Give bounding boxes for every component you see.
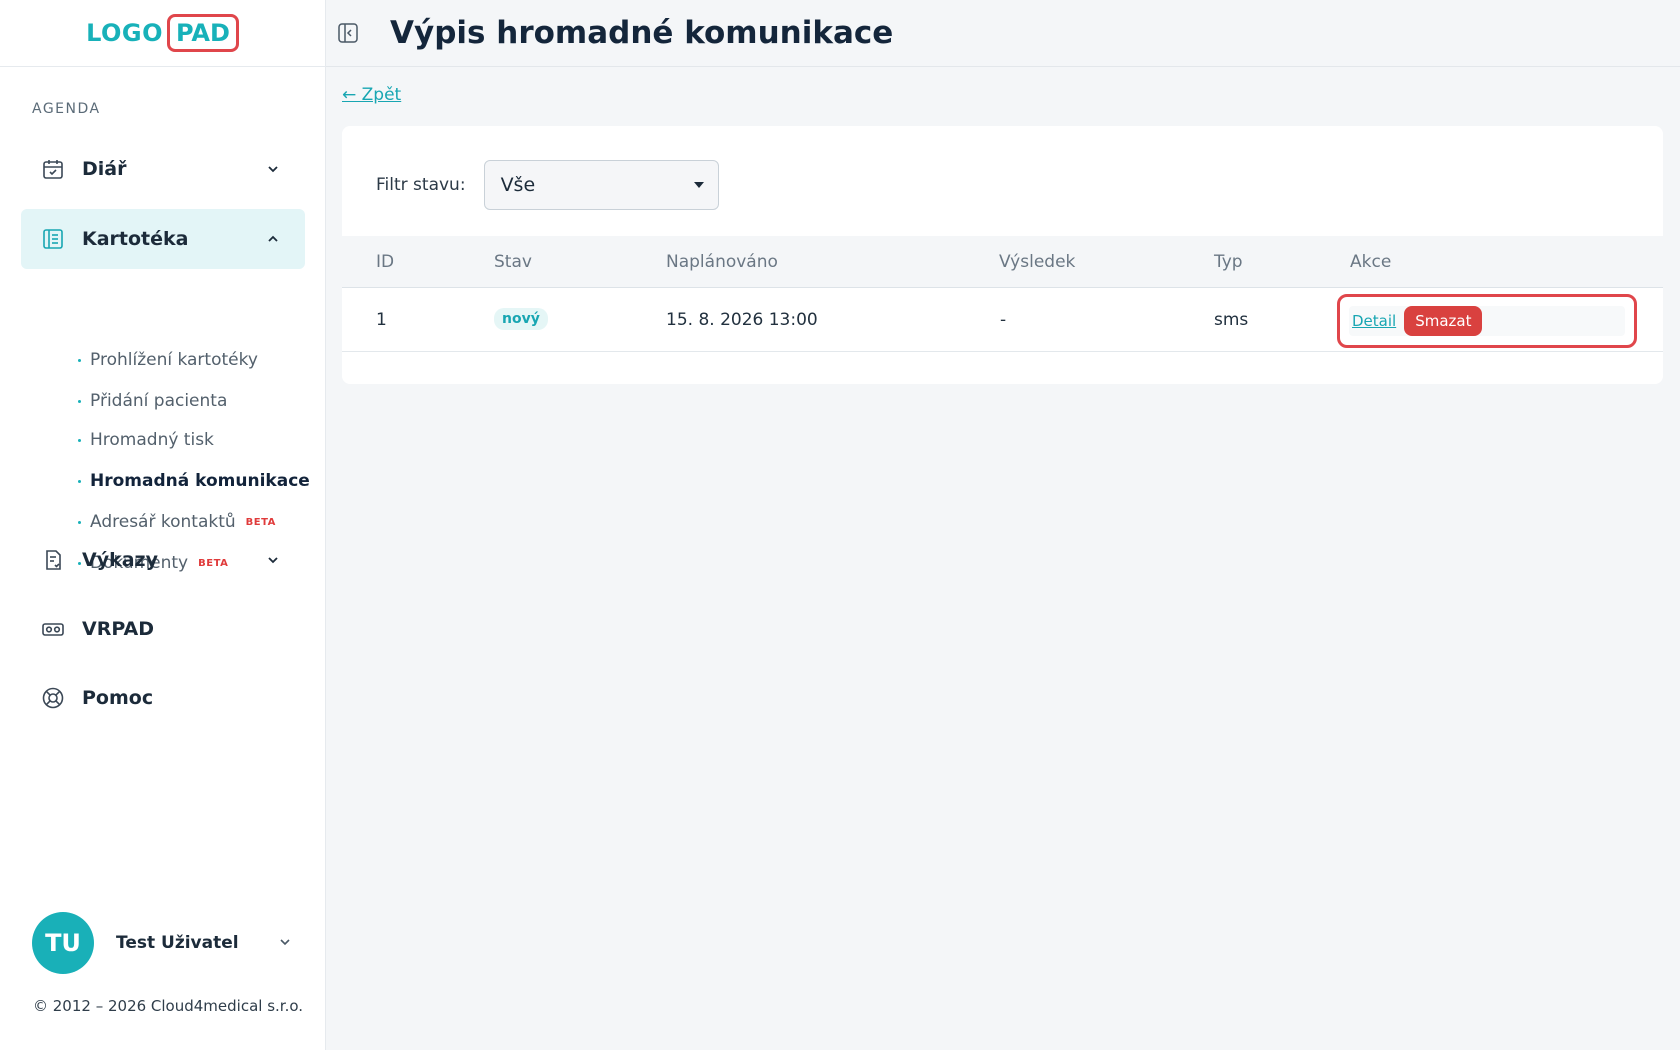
lifebuoy-icon (40, 685, 66, 711)
column-header-naplanovano: Naplánováno (666, 252, 778, 272)
cell-type: sms (1214, 310, 1249, 330)
logo[interactable]: LOGO PAD (0, 0, 325, 67)
column-header-id: ID (376, 252, 395, 272)
sidebar-item-label: Výkazy (82, 549, 158, 571)
column-header-typ: Typ (1214, 252, 1243, 272)
bullet (78, 358, 81, 362)
subitem-label: Hromadný tisk (90, 430, 214, 450)
subitem-hromadna-komunikace[interactable]: Hromadná komunikace (78, 466, 310, 496)
sidebar-item-kartoteka[interactable]: Kartotéka (21, 209, 305, 269)
user-name: Test Uživatel (116, 933, 239, 953)
bullet (78, 479, 81, 483)
user-menu[interactable]: TU Test Uživatel (32, 912, 292, 974)
beta-badge: BETA (245, 516, 276, 528)
sidebar-item-label: Diář (82, 158, 127, 180)
sidebar-item-vykazy[interactable]: Výkazy (21, 530, 305, 590)
status-select[interactable]: Vše (483, 160, 719, 210)
calendar-icon (40, 156, 66, 182)
column-header-akce: Akce (1350, 252, 1392, 272)
delete-button[interactable]: Smazat (1404, 306, 1483, 336)
cell-id: 1 (376, 310, 387, 330)
copyright: © 2012 – 2026 Cloud4medical s.r.o. (33, 997, 304, 1015)
detail-link[interactable]: Detail (1352, 312, 1396, 330)
status-badge: nový (494, 308, 548, 330)
page-header: Výpis hromadné komunikace (326, 0, 1680, 67)
subitem-label: Hromadná komunikace (90, 471, 310, 491)
chevron-down-icon (261, 157, 285, 181)
vr-headset-icon (40, 616, 66, 642)
sidebar-collapse-icon[interactable] (336, 21, 360, 45)
file-list-icon (40, 226, 66, 252)
cell-result: - (1000, 310, 1007, 330)
actions-highlight: Detail Smazat (1337, 294, 1637, 348)
sidebar-item-pomoc[interactable]: Pomoc (21, 668, 305, 728)
subitem-label: Adresář kontaktů (90, 512, 236, 532)
sidebar: LOGO PAD AGENDA Diář Kartotéka Prohlížen… (0, 0, 326, 1050)
subitem-label: Prohlížení kartotéky (90, 350, 258, 370)
sidebar-item-label: VRPAD (82, 618, 154, 640)
report-icon (40, 547, 66, 573)
sidebar-item-label: Pomoc (82, 687, 154, 709)
chevron-up-icon (261, 227, 285, 251)
avatar: TU (32, 912, 94, 974)
logo-text-right: PAD (167, 14, 239, 52)
sidebar-item-diar[interactable]: Diář (21, 139, 305, 199)
chevron-down-icon (261, 548, 285, 572)
sidebar-item-vrpad[interactable]: VRPAD (21, 599, 305, 659)
filter-label: Filtr stavu: (376, 175, 466, 195)
subitem-pridani-pacienta[interactable]: Přidání pacienta (78, 386, 308, 416)
caret-down-icon (693, 182, 704, 188)
row-actions: Detail Smazat (1349, 306, 1625, 336)
subitem-prohlizeni-kartoteky[interactable]: Prohlížení kartotéky (78, 345, 308, 375)
status-filter: Filtr stavu: Vše (376, 160, 719, 210)
bullet (78, 438, 81, 442)
back-link[interactable]: ← Zpět (342, 85, 401, 105)
bullet (78, 399, 81, 403)
status-select-value: Vše (500, 174, 536, 196)
column-header-stav: Stav (494, 252, 532, 272)
cell-scheduled: 15. 8. 2026 13:00 (666, 310, 818, 330)
subitem-hromadny-tisk[interactable]: Hromadný tisk (78, 425, 308, 455)
table-row: 1 nový 15. 8. 2026 13:00 - sms Detail Sm… (342, 288, 1663, 352)
logo-text-left: LOGO (86, 19, 164, 47)
communication-card: Filtr stavu: Vše ID Stav Naplánováno Výs… (342, 126, 1663, 384)
column-header-vysledek: Výsledek (999, 252, 1076, 272)
table-header: ID Stav Naplánováno Výsledek Typ Akce (342, 236, 1663, 288)
bullet (78, 520, 81, 524)
subitem-label: Přidání pacienta (90, 391, 228, 411)
sidebar-item-label: Kartotéka (82, 228, 189, 250)
page-title: Výpis hromadné komunikace (390, 15, 894, 51)
chevron-down-icon (278, 934, 292, 953)
section-label: AGENDA (32, 101, 101, 117)
